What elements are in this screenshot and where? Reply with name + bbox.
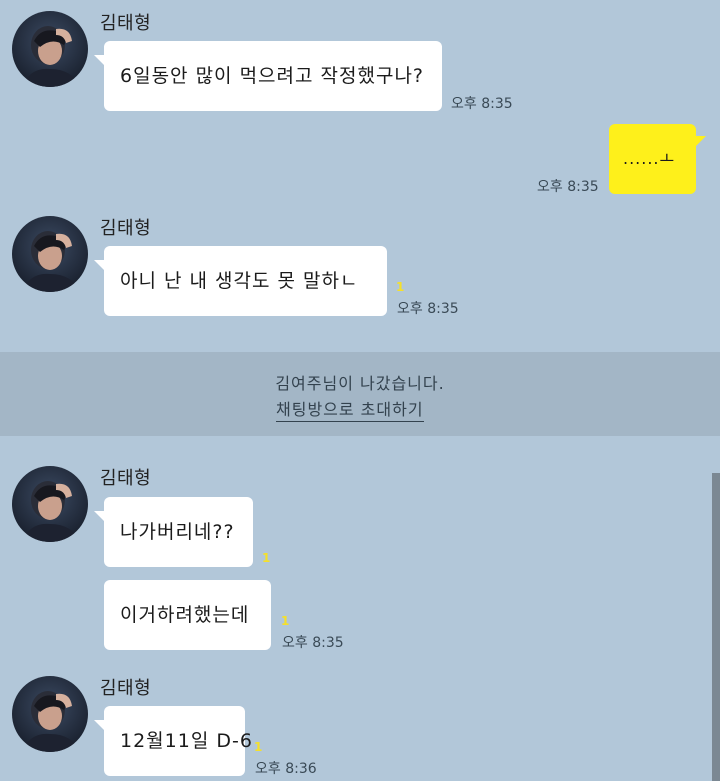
message-time: 오후 8:35 [397, 301, 459, 317]
message-text: 나가버리네?? [120, 521, 235, 543]
message-time: 오후 8:35 [537, 179, 599, 195]
message-time: 오후 8:35 [282, 635, 344, 651]
avatar[interactable] [12, 676, 88, 752]
sender-name: 김태형 [100, 218, 152, 239]
left-chat-notice: 김여주님이 나갔습니다. [275, 374, 445, 393]
unread-count: 1 [396, 280, 405, 294]
unread-count: 1 [262, 551, 271, 565]
message-bubble[interactable]: 아니 난 내 생각도 못 말하ㄴ [94, 246, 387, 316]
message-bubble[interactable]: 12월11일 D-6 [94, 706, 252, 776]
profile-photo [12, 676, 88, 752]
unread-count: 1 [281, 614, 290, 628]
profile-photo [12, 11, 88, 87]
profile-photo [12, 466, 88, 542]
avatar[interactable] [12, 466, 88, 542]
invite-to-chat-link[interactable]: 채팅방으로 초대하기 [276, 396, 424, 422]
message-text: ......ㅗ [623, 149, 676, 168]
avatar[interactable] [12, 216, 88, 292]
sender-name: 김태형 [100, 468, 152, 489]
message-text: 12월11일 D-6 [120, 730, 253, 752]
my-message-bubble[interactable]: ......ㅗ [609, 124, 706, 194]
message-text: 아니 난 내 생각도 못 말하ㄴ [120, 270, 359, 292]
scrollbar[interactable] [712, 473, 720, 781]
message-time: 오후 8:35 [451, 96, 513, 112]
message-text: 이거하려했는데 [120, 604, 250, 626]
avatar[interactable] [12, 11, 88, 87]
message-bubble[interactable]: 6일동안 많이 먹으려고 작정했구나? [94, 41, 442, 111]
message-time: 오후 8:36 [255, 761, 317, 777]
message-bubble[interactable]: 이거하려했는데 [104, 580, 271, 650]
unread-count: 1 [254, 740, 263, 754]
sender-name: 김태형 [100, 13, 152, 34]
message-bubble[interactable]: 나가버리네?? [94, 497, 253, 567]
system-notice [0, 352, 720, 436]
profile-photo [12, 216, 88, 292]
sender-name: 김태형 [100, 678, 152, 699]
message-text: 6일동안 많이 먹으려고 작정했구나? [120, 65, 425, 87]
